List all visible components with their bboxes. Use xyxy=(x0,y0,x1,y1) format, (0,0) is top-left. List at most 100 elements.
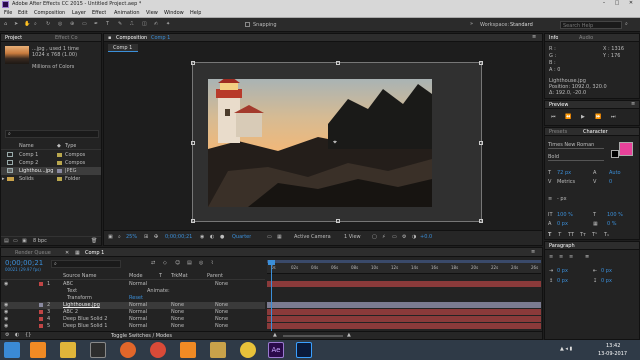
close-button[interactable]: ✕ xyxy=(624,0,638,8)
column-type[interactable]: Type xyxy=(65,143,76,149)
layer-row[interactable]: ◉ 1 ABC Normal None xyxy=(1,281,265,288)
tab-project[interactable]: Project xyxy=(5,35,22,41)
puppet-tool-icon[interactable]: ✦ xyxy=(166,21,170,27)
lighthouse-image[interactable] xyxy=(208,79,432,207)
layer-trkmat[interactable]: None xyxy=(171,302,184,308)
tab-comp-1[interactable]: Comp 1 xyxy=(85,250,104,256)
graph-editor-icon[interactable]: ⌇ xyxy=(211,260,213,266)
layer-parent[interactable]: None xyxy=(215,323,228,329)
roto-brush-tool-icon[interactable]: ✍ xyxy=(154,21,158,27)
project-item-lighthouse[interactable]: Lighthou...jpg JPEG xyxy=(1,167,101,175)
superscript-button[interactable]: T¹ xyxy=(592,232,597,238)
project-item-comp-1[interactable]: Comp 1 Compos xyxy=(1,151,101,159)
layer-mode[interactable]: Normal xyxy=(129,316,147,322)
space-after-value[interactable]: 0 px xyxy=(601,278,612,284)
trash-icon[interactable]: 🗑 xyxy=(91,238,97,244)
xampp-icon[interactable] xyxy=(30,342,46,358)
interpret-footage-icon[interactable]: ▤ xyxy=(4,238,9,244)
column-parent[interactable]: Parent xyxy=(207,273,223,279)
selection-tool-icon[interactable]: ➤ xyxy=(14,21,18,27)
tab-presets[interactable]: Presets xyxy=(549,129,567,135)
layer-label-swatch[interactable] xyxy=(39,317,43,321)
camera-tool-icon[interactable]: ◎ xyxy=(58,21,62,27)
selection-handle[interactable] xyxy=(191,61,195,65)
layer-name[interactable]: Text xyxy=(67,288,77,294)
layer-duration-bar[interactable] xyxy=(267,281,541,287)
layer-name[interactable]: ABC xyxy=(63,281,73,287)
time-ruler[interactable]: 0s 02s 04s 06s 08s 10s 12s 14s 16s 18s 20s 22s 24s 26… xyxy=(267,260,541,274)
in-out-icon[interactable]: {} xyxy=(25,332,31,338)
frame-blending-icon[interactable]: ▤ xyxy=(187,260,192,266)
tab-character[interactable]: Character xyxy=(583,129,608,135)
current-time-display[interactable]: 0;00;00;21 xyxy=(165,234,192,240)
windows-explorer-icon[interactable] xyxy=(60,342,76,358)
zoom-slider[interactable] xyxy=(283,335,343,337)
rectangle-tool-icon[interactable]: ▭ xyxy=(82,21,87,27)
baseline-shift-value[interactable]: 0 px xyxy=(557,221,568,227)
exposure-icon[interactable]: ◑ xyxy=(412,234,416,240)
taskbar-date[interactable]: 13-09-2017 xyxy=(598,351,627,357)
zoom-in-icon[interactable]: ▲ xyxy=(347,332,351,338)
zoom-out-icon[interactable]: ▲ xyxy=(273,332,277,338)
stroke-width-value[interactable]: - px xyxy=(557,196,567,202)
folder-taskbar-icon[interactable] xyxy=(210,342,226,358)
always-preview-icon[interactable]: ▣ xyxy=(108,234,113,240)
menu-effect[interactable]: Effect xyxy=(92,10,106,16)
show-snapshot-icon[interactable]: ● xyxy=(220,234,224,240)
selection-handle[interactable] xyxy=(191,219,195,223)
column-trkmat[interactable]: TrkMat xyxy=(171,273,188,279)
stroke-color-swatch[interactable] xyxy=(611,150,619,158)
menu-help[interactable]: Help xyxy=(190,10,201,16)
visibility-eye-icon[interactable]: ◉ xyxy=(4,309,8,315)
toggle-pixel-aspect-icon[interactable]: ▢ xyxy=(372,234,377,240)
column-t[interactable]: T xyxy=(159,273,162,279)
menu-edit[interactable]: Edit xyxy=(18,10,28,16)
visibility-eye-icon[interactable]: ◉ xyxy=(4,302,8,308)
start-button-icon[interactable] xyxy=(4,342,20,358)
layer-row[interactable]: Transform Reset xyxy=(1,295,265,302)
layer-row[interactable]: ◉ 5 Deep Blue Solid 1 Normal None None xyxy=(1,323,265,330)
composition-tab-label[interactable]: Composition xyxy=(116,35,147,41)
timeline-current-time[interactable]: 0;00;00;21 xyxy=(5,259,43,267)
shy-icon[interactable]: ☺ xyxy=(175,260,180,266)
selection-handle[interactable] xyxy=(479,141,483,145)
chrome-alt-icon[interactable] xyxy=(240,342,256,358)
column-source-name[interactable]: Source Name xyxy=(63,273,97,279)
draft-3d-icon[interactable]: ◇ xyxy=(163,260,167,266)
magnification-select[interactable]: 25% xyxy=(126,234,137,240)
selection-handle[interactable] xyxy=(191,141,195,145)
column-name[interactable]: Name xyxy=(19,143,34,149)
panel-menu-icon[interactable]: ≡ xyxy=(531,249,535,255)
layer-row[interactable]: ◉ 3 ABC 2 Normal None None xyxy=(1,309,265,316)
timeline-icon[interactable]: ▭ xyxy=(392,234,397,240)
snapping-checkbox[interactable] xyxy=(245,22,250,27)
search-help-input[interactable]: Search Help xyxy=(560,21,622,29)
font-style-select[interactable]: Bold xyxy=(548,154,604,161)
all-caps-button[interactable]: TT xyxy=(568,232,574,238)
flowchart-icon[interactable]: ⚙ xyxy=(402,234,406,240)
vertical-scale-value[interactable]: 100 % xyxy=(557,212,573,218)
resolution-select[interactable]: Quarter xyxy=(232,234,251,240)
justify-icon[interactable]: ≣ xyxy=(585,254,589,260)
layer-duration-bar[interactable] xyxy=(267,309,541,315)
align-left-icon[interactable]: ≡ xyxy=(549,254,553,260)
workspace-menu-icon[interactable]: » xyxy=(470,21,473,27)
layer-label-swatch[interactable] xyxy=(39,303,43,307)
layer-mode[interactable]: Normal xyxy=(129,281,147,287)
search-icon[interactable]: ⌕ xyxy=(625,21,628,27)
tsume-value[interactable]: 0 % xyxy=(607,221,617,227)
layer-name[interactable]: Deep Blue Solid 1 xyxy=(63,323,107,329)
vlc-icon[interactable] xyxy=(180,342,196,358)
region-of-interest-icon[interactable]: ▭ xyxy=(267,234,272,240)
maximize-button[interactable]: □ xyxy=(611,0,623,8)
project-item-solids[interactable]: ▸ Solids Folder xyxy=(1,175,101,183)
type-tool-icon[interactable]: T xyxy=(106,21,109,27)
menu-window[interactable]: Window xyxy=(164,10,184,16)
transfer-controls-icon[interactable]: ◐ xyxy=(15,332,19,338)
composition-tab-name[interactable]: Comp 1 xyxy=(151,35,170,41)
layer-parent[interactable]: None xyxy=(215,316,228,322)
new-folder-icon[interactable]: ▭ xyxy=(13,238,18,244)
fast-previews-icon[interactable]: ⚡ xyxy=(382,234,386,240)
selection-handle[interactable] xyxy=(336,61,340,65)
horizontal-scale-value[interactable]: 100 % xyxy=(607,212,623,218)
